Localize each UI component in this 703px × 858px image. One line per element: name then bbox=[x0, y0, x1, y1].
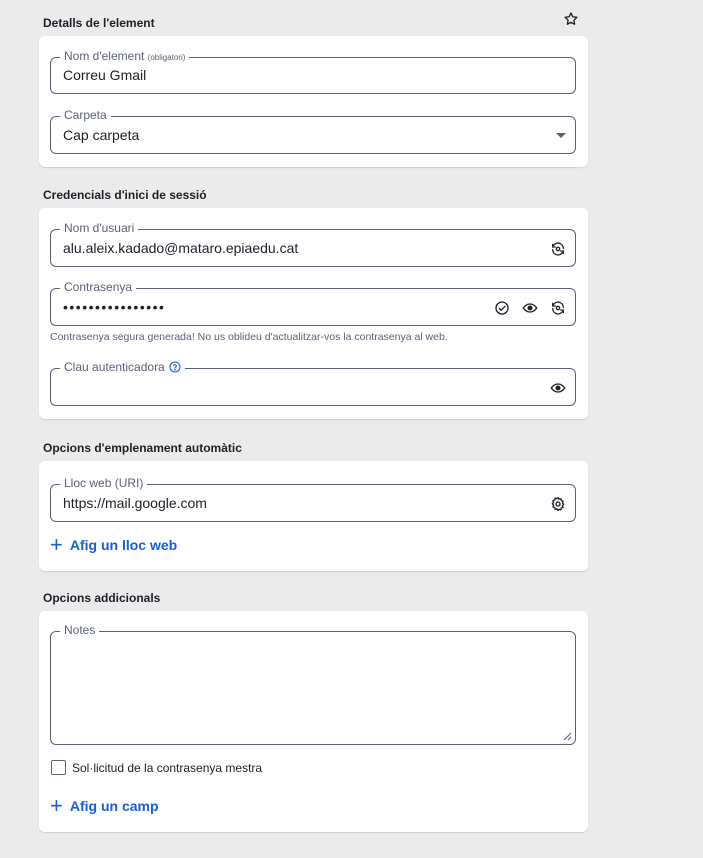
totp-field[interactable]: Clau autenticadora bbox=[50, 360, 576, 406]
notes-textarea[interactable]: Notes bbox=[50, 623, 576, 745]
plus-icon: + bbox=[50, 532, 63, 557]
uri-label: Lloc web (URI) bbox=[60, 476, 148, 490]
username-label: Nom d'usuari bbox=[60, 221, 139, 235]
password-hint: Contrasenya segura generada! No us oblid… bbox=[50, 331, 448, 343]
password-field[interactable]: Contrasenya •••••••••••••••• bbox=[50, 280, 576, 326]
additional-heading: Opcions addicionals bbox=[43, 591, 161, 605]
add-website-button[interactable]: + Afig un lloc web bbox=[50, 532, 178, 557]
show-password-icon[interactable] bbox=[521, 299, 539, 317]
password-value[interactable]: •••••••••••••••• bbox=[63, 299, 165, 315]
credentials-heading: Credencials d'inici de sessió bbox=[43, 188, 207, 202]
username-field[interactable]: Nom d'usuari alu.aleix.kadado@mataro.epi… bbox=[50, 221, 576, 267]
folder-select[interactable]: Carpeta Cap carpeta bbox=[50, 108, 576, 154]
folder-value: Cap carpeta bbox=[63, 127, 140, 143]
item-name-field[interactable]: Nom d'element (obligatori) Correu Gmail bbox=[50, 49, 576, 94]
add-field-label: Afig un camp bbox=[69, 798, 159, 814]
resize-handle-icon[interactable] bbox=[563, 732, 572, 741]
chevron-down-icon bbox=[556, 133, 566, 138]
folder-label: Carpeta bbox=[60, 108, 111, 122]
gear-icon[interactable] bbox=[549, 495, 567, 513]
favorite-star-icon[interactable] bbox=[563, 11, 579, 27]
add-field-button[interactable]: + Afig un camp bbox=[50, 793, 159, 818]
item-details-heading: Detalls de l'element bbox=[43, 16, 155, 30]
uri-value[interactable]: https://mail.google.com bbox=[63, 495, 207, 511]
show-totp-icon[interactable] bbox=[549, 379, 567, 397]
additional-card: Notes Sol·licitud de la contrasenya mest… bbox=[39, 611, 588, 832]
item-details-card: Nom d'element (obligatori) Correu Gmail … bbox=[39, 36, 588, 167]
generate-username-icon[interactable] bbox=[549, 240, 567, 258]
add-website-label: Afig un lloc web bbox=[69, 537, 178, 553]
item-name-label: Nom d'element (obligatori) bbox=[60, 49, 190, 65]
plus-icon: + bbox=[50, 793, 63, 818]
item-name-value[interactable]: Correu Gmail bbox=[63, 67, 146, 83]
check-password-icon[interactable] bbox=[493, 299, 511, 317]
password-label: Contrasenya bbox=[60, 280, 137, 294]
generate-password-icon[interactable] bbox=[549, 299, 567, 317]
totp-label: Clau autenticadora bbox=[60, 360, 185, 374]
help-icon[interactable] bbox=[169, 361, 181, 373]
autofill-card: Lloc web (URI) https://mail.google.com +… bbox=[39, 461, 588, 571]
master-password-reprompt-checkbox[interactable] bbox=[51, 760, 66, 775]
uri-field[interactable]: Lloc web (URI) https://mail.google.com bbox=[50, 476, 576, 522]
autofill-heading: Opcions d'emplenament automàtic bbox=[43, 441, 242, 455]
username-value[interactable]: alu.aleix.kadado@mataro.epiaedu.cat bbox=[63, 240, 298, 256]
notes-label: Notes bbox=[60, 623, 100, 637]
master-password-reprompt-label[interactable]: Sol·licitud de la contrasenya mestra bbox=[72, 761, 262, 775]
credentials-card: Nom d'usuari alu.aleix.kadado@mataro.epi… bbox=[39, 208, 588, 419]
